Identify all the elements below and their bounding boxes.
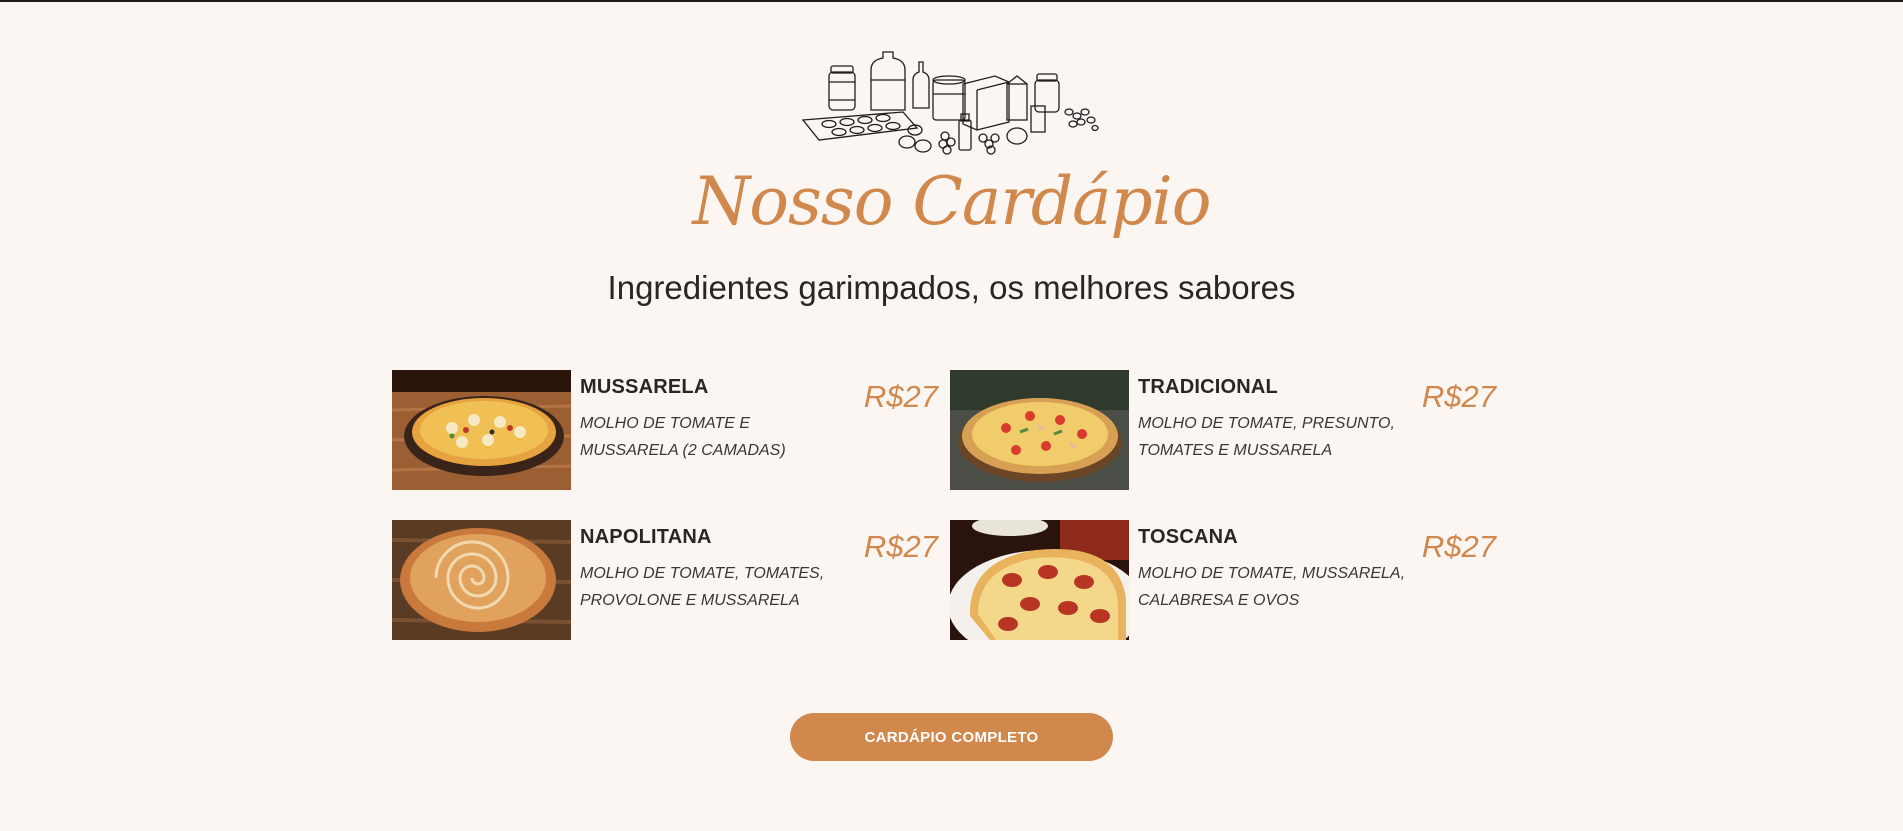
menu-item: NAPOLITANA MOLHO DE TOMATE, TOMATES, PRO… — [392, 520, 942, 640]
pizza-toscana-photo — [950, 520, 1129, 640]
menu-item-description: MOLHO DE TOMATE, TOMATES, PROVOLONE E MU… — [580, 565, 825, 609]
pizza-mussarela-photo — [392, 370, 571, 490]
menu-item-name: MUSSARELA — [580, 376, 709, 398]
menu-item-price: R$27 — [1421, 529, 1496, 564]
menu-item: MUSSARELA MOLHO DE TOMATE E MUSSARELA (2… — [392, 370, 942, 490]
menu-item-description: MOLHO DE TOMATE E MUSSARELA (2 CAMADAS) — [580, 415, 786, 459]
kitchen-ingredients-illustration — [795, 50, 1105, 158]
menu-item-price: R$27 — [863, 379, 938, 414]
menu-item-name: NAPOLITANA — [580, 526, 712, 548]
menu-item-price: R$27 — [1421, 379, 1496, 414]
menu-item-description: MOLHO DE TOMATE, PRESUNTO, TOMATES E MUS… — [1138, 415, 1395, 459]
menu-item-description: MOLHO DE TOMATE, MUSSARELA, CALABRESA E … — [1138, 565, 1406, 609]
pizza-tradicional-photo — [950, 370, 1129, 490]
full-menu-button[interactable]: CARDÁPIO COMPLETO — [790, 713, 1113, 761]
pizza-napolitana-photo — [392, 520, 571, 640]
menu-item-name: TOSCANA — [1138, 526, 1238, 548]
menu-item-name: TRADICIONAL — [1138, 376, 1278, 398]
menu-item-price: R$27 — [863, 529, 938, 564]
menu-item: TRADICIONAL MOLHO DE TOMATE, PRESUNTO, T… — [950, 370, 1500, 490]
section-title: Nosso Cardápio — [692, 163, 1211, 240]
section-subtitle: Ingredientes garimpados, os melhores sab… — [607, 269, 1296, 306]
menu-item: TOSCANA MOLHO DE TOMATE, MUSSARELA, CALA… — [950, 520, 1500, 640]
